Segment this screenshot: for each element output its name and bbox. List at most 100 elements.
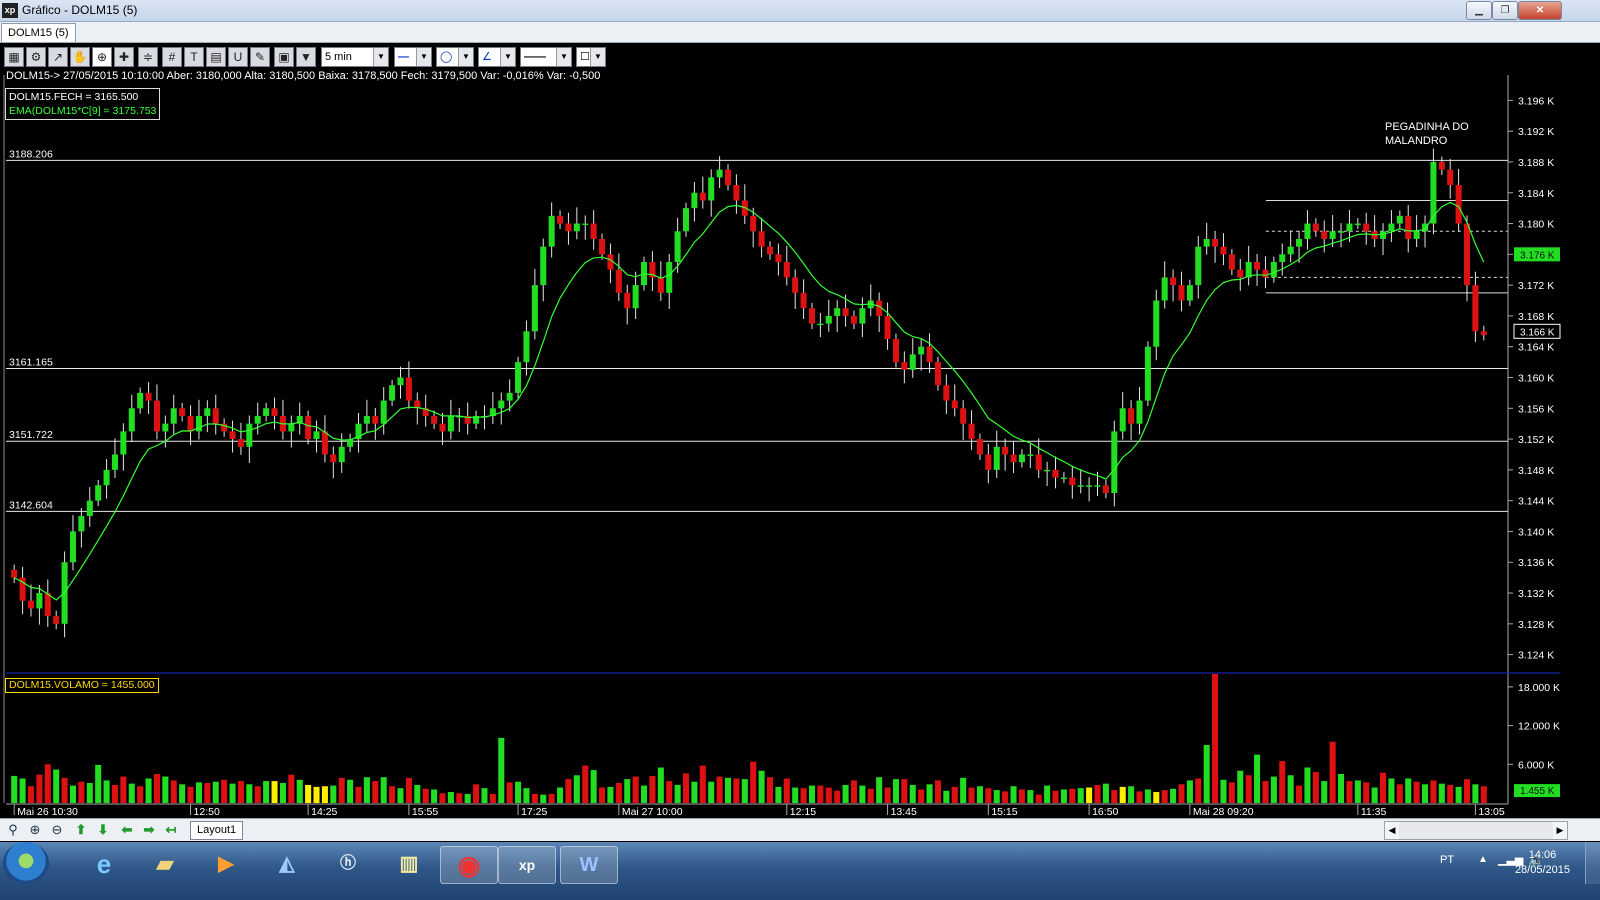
taskbar-media-player[interactable]: ▶ [198, 846, 254, 882]
candle-body [1186, 285, 1193, 301]
close-button[interactable]: ✕ [1518, 1, 1562, 20]
magnet-button[interactable]: U [228, 47, 248, 67]
eraser-button[interactable]: ✎ [250, 47, 270, 67]
scroll-start-button[interactable]: ↤ [162, 821, 180, 838]
crosshair-button[interactable]: ✚ [114, 47, 134, 67]
lock-button[interactable]: ▣ [274, 47, 294, 67]
hline-button[interactable]: ≑ [138, 47, 158, 67]
taskbar-explorer[interactable]: ▰ [137, 846, 193, 882]
search-button[interactable]: ⚲ [4, 821, 22, 838]
clock[interactable]: 14:06 28/05/2015 [1515, 848, 1570, 878]
tray-expand-icon[interactable]: ▲ [1478, 854, 1488, 865]
shape-select[interactable]: ◯ ▼ [436, 47, 474, 67]
volume-bar [1237, 770, 1244, 803]
volume-bar [892, 779, 899, 803]
candle-body [632, 285, 639, 309]
volume-bar [187, 786, 194, 803]
candle-body [1388, 223, 1395, 232]
arrow-right-icon: ➡ [143, 822, 155, 837]
pan-button[interactable]: ✋ [70, 47, 90, 67]
chrome-icon: ◉ [457, 850, 481, 880]
show-desktop-button[interactable] [1585, 842, 1600, 884]
calculator-button[interactable]: ▤ [206, 47, 226, 67]
taskbar-hp[interactable]: ⓗ [320, 846, 376, 882]
candle-body [523, 331, 530, 363]
volume-bar [951, 786, 958, 803]
candle-body [884, 315, 891, 340]
color-select[interactable]: ☐ ▼ [576, 47, 606, 67]
line-style-select[interactable]: — ▼ [394, 47, 432, 67]
candle-body [515, 362, 522, 393]
language-indicator[interactable]: PT [1440, 854, 1454, 866]
volume-bar [431, 789, 438, 803]
trendline-select[interactable]: ∠ ▼ [478, 47, 516, 67]
horizontal-scrollbar[interactable]: ◀ ▶ [1384, 821, 1568, 840]
taskbar-sync[interactable]: ▥ [381, 846, 437, 882]
volume-bar [279, 783, 286, 803]
scroll-left-button[interactable]: ⬅ [118, 821, 136, 838]
candle-body [1136, 400, 1143, 424]
candle-body [1086, 485, 1093, 487]
volume-bar [582, 765, 589, 803]
candle-body [1312, 223, 1319, 232]
scroll-down-button[interactable]: ⬇ [94, 821, 112, 838]
volume-bar [1228, 782, 1235, 803]
minimize-button[interactable]: ▁ [1466, 1, 1492, 20]
zoom-in-icon: ⊕ [29, 822, 41, 837]
volume-bar [389, 786, 396, 803]
candle-body [1447, 169, 1454, 186]
grid-button[interactable]: # [162, 47, 182, 67]
price-chart[interactable]: 3188.206 3161.165 3151.722 3142.604 3.124 K… [0, 70, 1600, 818]
volume-bar [666, 781, 673, 803]
volume-bar [573, 775, 580, 803]
chart-annotation[interactable]: PEGADINHA DO MALANDRO [1385, 120, 1469, 148]
candle-body [766, 246, 774, 255]
volume-bar [405, 777, 412, 803]
taskbar-ie[interactable]: e [76, 846, 132, 882]
interval-select[interactable]: 5 min ▼ [321, 47, 389, 67]
candle-body [968, 423, 975, 440]
volume-bar [876, 777, 883, 803]
zoom-in-button[interactable]: ⊕ [26, 821, 44, 838]
volume-bar [943, 790, 950, 803]
taskbar-chrome[interactable]: ◉ [440, 846, 498, 884]
layout-tab[interactable]: Layout1 [190, 821, 244, 840]
volume-bar [716, 776, 723, 803]
tab-dolm15[interactable]: DOLM15 (5) [1, 23, 76, 42]
chevron-down-icon: ▼ [556, 48, 571, 66]
restore-button[interactable]: ❐ [1492, 1, 1518, 20]
candle-body [1380, 231, 1387, 239]
start-button[interactable] [3, 842, 49, 884]
taskbar-word[interactable]: W [560, 846, 618, 884]
volume-bar [313, 786, 320, 803]
candle-body [909, 354, 916, 370]
chart-type-button[interactable]: ▦ [4, 47, 24, 67]
candle-body [682, 208, 690, 232]
volume-bar [363, 777, 370, 803]
scroll-up-button[interactable]: ⬆ [72, 821, 90, 838]
volume-bar [1346, 781, 1353, 803]
settings-button[interactable]: ⚙ [26, 47, 46, 67]
candle-body [254, 415, 261, 424]
taskbar-network[interactable]: ◭ [259, 846, 315, 882]
price-axis: 3.124 K 3.128 K 3.132 K 3.136 K 3.140 K 3.144… [1508, 95, 1561, 798]
indicator-button[interactable]: ↗ [48, 47, 68, 67]
scroll-right-button[interactable]: ➡ [140, 821, 158, 838]
taskbar-xp[interactable]: xp [498, 846, 556, 884]
volume-bar [1321, 781, 1328, 803]
zoom-button[interactable]: ⊕ [92, 47, 112, 67]
candle-body [1287, 246, 1294, 255]
line-width-select[interactable]: —— ▼ [520, 47, 572, 67]
candle-body [691, 192, 698, 209]
scroll-right-icon[interactable]: ▶ [1553, 822, 1567, 839]
volume-bar [615, 783, 622, 803]
scroll-left-icon[interactable]: ◀ [1385, 822, 1399, 839]
filter-button[interactable]: ▼ [296, 47, 316, 67]
volume-bar [1010, 786, 1017, 803]
volume-legend: DOLM15.VOLAMO = 1455.000 [5, 678, 159, 693]
text-button[interactable]: T [184, 47, 204, 67]
price-tick-label: 3.164 K [1518, 342, 1554, 354]
level-label: 3142.604 [9, 499, 53, 511]
volume-bar [1186, 780, 1193, 803]
zoom-out-button[interactable]: ⊖ [48, 821, 66, 838]
